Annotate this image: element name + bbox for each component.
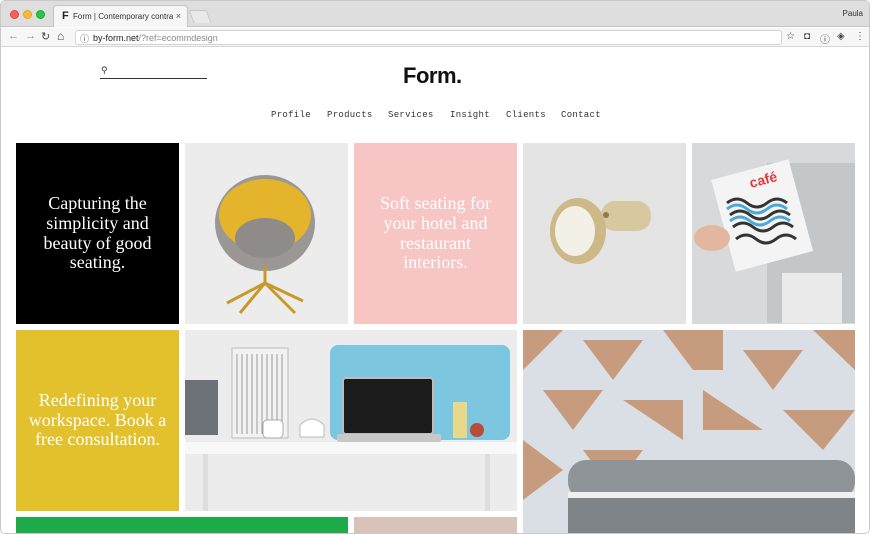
main-nav: Profile Products Services Insight Client… bbox=[1, 110, 869, 122]
tile-workspace[interactable] bbox=[185, 330, 517, 511]
address-bar[interactable]: ⓘ by-form.net/?ref=ecommdesign bbox=[75, 30, 782, 45]
tab-close-icon[interactable]: × bbox=[176, 11, 181, 21]
pocket-icon[interactable]: ◘ bbox=[804, 31, 810, 42]
workspace-desk-image bbox=[185, 330, 517, 511]
tile-capturing[interactable]: Capturing the simplicity and beauty of g… bbox=[16, 143, 179, 324]
close-window-button[interactable] bbox=[10, 10, 19, 19]
tile-soft-seating-text: Soft seating for your hotel and restaura… bbox=[380, 192, 491, 273]
yellow-chair-image bbox=[215, 175, 315, 315]
nav-insight[interactable]: Insight bbox=[450, 110, 490, 120]
acoustic-pattern-image bbox=[523, 330, 855, 533]
url-host: by-form.net bbox=[93, 33, 139, 43]
search-input[interactable]: ⚲ bbox=[100, 65, 207, 79]
browser-toolbar: ← → ↻ ⌂ ⓘ by-form.net/?ref=ecommdesign ☆… bbox=[1, 28, 869, 47]
profile-name[interactable]: Paula bbox=[843, 9, 863, 18]
tile-soft-seating[interactable]: Soft seating for your hotel and restaura… bbox=[354, 143, 517, 324]
more-icon[interactable]: ⋮ bbox=[855, 31, 865, 42]
tile-brochures[interactable]: café bbox=[692, 143, 855, 324]
tile-acoustic-panel[interactable] bbox=[523, 330, 855, 533]
wall-lamp-image bbox=[550, 198, 651, 264]
tab-bar: F Form | Contemporary contract × Paula bbox=[1, 1, 869, 27]
nav-clients[interactable]: Clients bbox=[506, 110, 546, 120]
new-tab-button[interactable] bbox=[188, 10, 212, 23]
site-info-icon[interactable]: ⓘ bbox=[80, 32, 89, 45]
info-icon[interactable]: ⓘ bbox=[820, 31, 830, 46]
nav-services[interactable]: Services bbox=[388, 110, 434, 120]
reload-icon[interactable]: ↻ bbox=[41, 30, 50, 43]
url-text[interactable]: by-form.net/?ref=ecommdesign bbox=[93, 33, 218, 43]
back-arrow-icon[interactable]: ← bbox=[8, 30, 19, 42]
brochure-display-image: café bbox=[694, 159, 855, 323]
browser-tab[interactable]: F Form | Contemporary contract × bbox=[53, 5, 188, 27]
nav-profile[interactable]: Profile bbox=[271, 110, 311, 120]
tile-beige[interactable] bbox=[354, 517, 517, 533]
tile-green[interactable] bbox=[16, 517, 348, 533]
site-logo[interactable]: Form. bbox=[403, 63, 462, 89]
minimize-window-button[interactable] bbox=[23, 10, 32, 19]
tile-capturing-text: Capturing the simplicity and beauty of g… bbox=[43, 192, 152, 273]
tab-title: Form | Contemporary contract bbox=[73, 12, 173, 21]
layers-icon[interactable]: ◈ bbox=[837, 31, 845, 42]
forward-arrow-icon[interactable]: → bbox=[25, 30, 36, 42]
page-content: ⚲ Form. Profile Products Services Insigh… bbox=[1, 48, 869, 533]
nav-products[interactable]: Products bbox=[327, 110, 373, 120]
tile-yellow-chair[interactable] bbox=[185, 143, 348, 324]
favicon-icon: F bbox=[62, 10, 69, 22]
tile-redefining[interactable]: Redefining your workspace. Book a free c… bbox=[16, 330, 179, 511]
url-path: /?ref=ecommdesign bbox=[138, 33, 218, 43]
nav-contact[interactable]: Contact bbox=[561, 110, 601, 120]
maximize-window-button[interactable] bbox=[36, 10, 45, 19]
home-icon[interactable]: ⌂ bbox=[57, 29, 64, 43]
search-icon: ⚲ bbox=[101, 65, 108, 75]
star-icon[interactable]: ☆ bbox=[786, 31, 795, 42]
browser-window: F Form | Contemporary contract × Paula ←… bbox=[0, 0, 870, 534]
tile-wall-lamp[interactable] bbox=[523, 143, 686, 324]
tile-redefining-text: Redefining your workspace. Book a free c… bbox=[28, 389, 167, 450]
